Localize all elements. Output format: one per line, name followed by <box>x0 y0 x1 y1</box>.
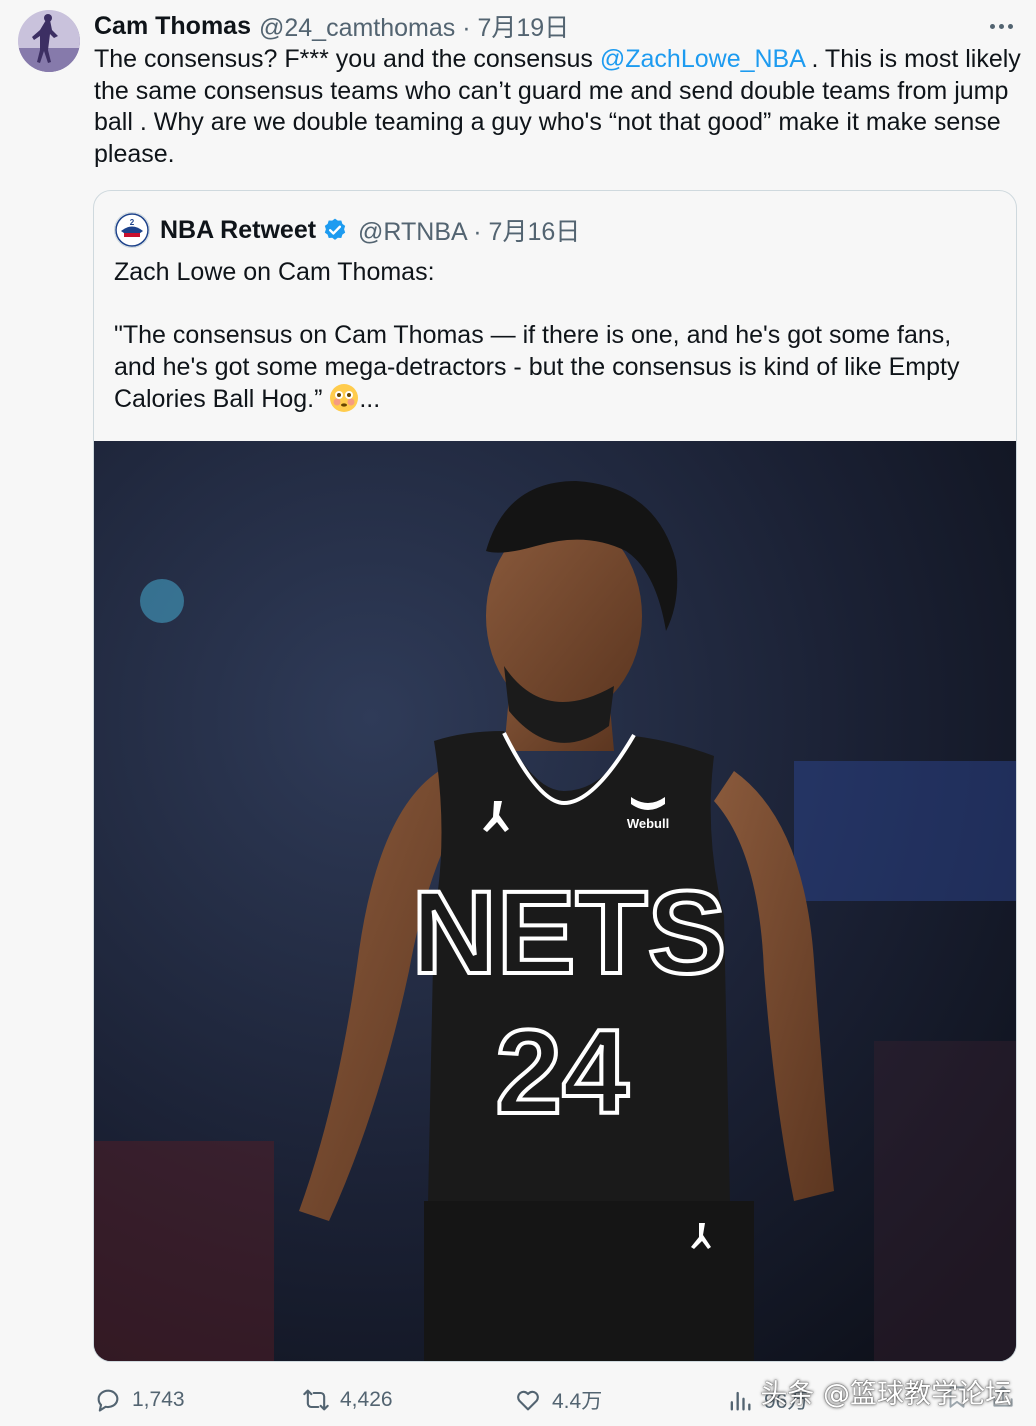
jersey-team-text: NETS <box>412 867 727 999</box>
tweet-text: The consensus? F*** you and the consensu… <box>94 44 1024 170</box>
retweet-button[interactable]: 4,426 <box>302 1380 393 1420</box>
author-handle-date[interactable]: @24_camthomas · 7月19日 <box>259 8 569 44</box>
reply-button[interactable]: 1,743 <box>94 1380 185 1420</box>
quoted-author-handle-date[interactable]: @RTNBA · 7月16日 <box>358 212 580 248</box>
jersey-number-text: 24 <box>495 1005 629 1139</box>
retweet-icon <box>303 1389 329 1411</box>
quoted-tweet-image[interactable]: NETS 24 Webull <box>94 441 1016 1361</box>
quoted-tweet-header: 2 NBA Retweet @RTNBA · 7月16日 <box>114 212 580 248</box>
more-options-icon[interactable] <box>984 12 1018 40</box>
tweet: Cam Thomas @24_camthomas · 7月19日 The con… <box>0 0 1036 1426</box>
quoted-text-line: "The consensus on Cam Thomas — if there … <box>114 321 960 413</box>
quoted-text-line: Zach Lowe on Cam Thomas: <box>114 258 435 286</box>
quoted-author-name[interactable]: NBA Retweet <box>160 216 316 245</box>
quoted-text-paragraph: "The consensus on Cam Thomas — if there … <box>114 320 994 416</box>
quoted-tweet-text: Zach Lowe on Cam Thomas: "The consensus … <box>114 257 994 416</box>
tweet-text-part: The consensus? F*** you and the consensu… <box>94 45 600 73</box>
flushed-face-emoji-icon <box>329 383 359 413</box>
quoted-tweet-card[interactable]: 2 NBA Retweet @RTNBA · 7月16日 Zach Lowe o… <box>93 190 1017 1362</box>
retweet-count: 4,426 <box>340 1388 393 1411</box>
reply-icon <box>97 1389 119 1412</box>
quoted-text-ellipsis: ... <box>359 385 381 413</box>
author-avatar[interactable] <box>18 10 80 72</box>
source-watermark: 头条 @篮球教学论坛 <box>760 1379 1012 1410</box>
svg-text:2: 2 <box>130 218 135 227</box>
mention-link[interactable]: @ZachLowe_NBA <box>600 45 805 73</box>
author-name[interactable]: Cam Thomas <box>94 12 251 41</box>
tweet-header: Cam Thomas @24_camthomas · 7月19日 <box>94 8 569 44</box>
jersey-sponsor-text: Webull <box>627 816 669 831</box>
verified-badge-icon <box>322 217 348 243</box>
heart-icon <box>517 1390 539 1411</box>
views-chart-icon <box>730 1391 751 1411</box>
like-count: 4.4万 <box>552 1390 603 1413</box>
reply-count: 1,743 <box>132 1388 185 1411</box>
quoted-author-avatar[interactable]: 2 <box>114 212 150 248</box>
like-button[interactable]: 4.4万 <box>514 1380 602 1420</box>
